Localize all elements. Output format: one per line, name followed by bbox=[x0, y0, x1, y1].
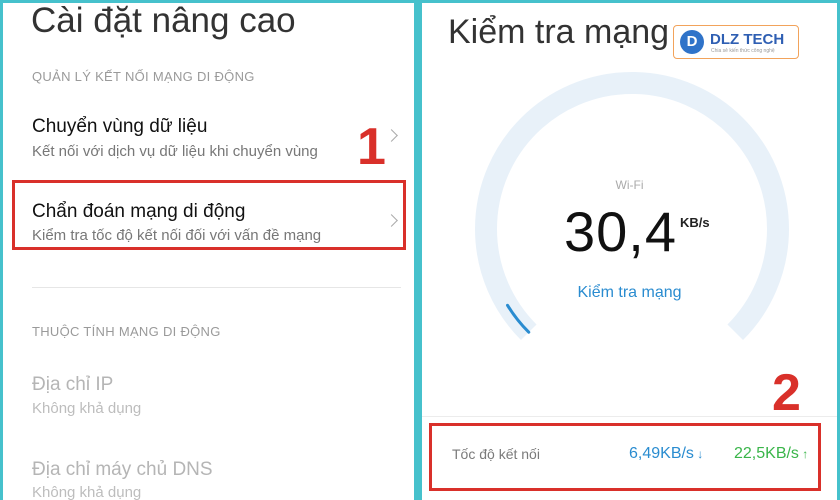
speed-unit: KB/s bbox=[680, 215, 710, 230]
section-header-properties: THUỘC TÍNH MẠNG DI ĐỘNG bbox=[32, 324, 221, 339]
highlight-box-1 bbox=[12, 180, 406, 250]
chevron-right-icon bbox=[385, 129, 398, 142]
screenshot-frame: Cài đặt nâng cao QUẢN LÝ KẾT NỐI MẠNG DI… bbox=[0, 0, 840, 500]
highlight-box-2 bbox=[429, 423, 821, 491]
network-type-label: Wi-Fi bbox=[615, 178, 644, 192]
speed-value: 30,4 bbox=[564, 200, 677, 263]
step-marker-2: 2 bbox=[772, 364, 801, 422]
page-title: Cài đặt nâng cao bbox=[31, 3, 296, 40]
section-header-connection: QUẢN LÝ KẾT NỐI MẠNG DI ĐỘNG bbox=[32, 69, 255, 84]
ip-address-value: Không khả dụng bbox=[32, 400, 142, 417]
step-marker-1: 1 bbox=[357, 118, 386, 176]
data-roaming-title: Chuyển vùng dữ liệu bbox=[32, 116, 208, 137]
dns-address-value: Không khả dụng bbox=[32, 484, 142, 500]
data-roaming-subtitle: Kết nối với dịch vụ dữ liệu khi chuyển v… bbox=[32, 143, 318, 160]
ip-address-title: Địa chỉ IP bbox=[32, 374, 114, 395]
network-test-screen: Kiểm tra mạng D DLZ TECH Chia sẻ kiến th… bbox=[422, 3, 837, 500]
check-network-button[interactable]: Kiểm tra mạng bbox=[422, 284, 837, 302]
advanced-settings-screen: Cài đặt nâng cao QUẢN LÝ KẾT NỐI MẠNG DI… bbox=[3, 3, 414, 500]
dns-address-title: Địa chỉ máy chủ DNS bbox=[32, 459, 213, 480]
divider bbox=[422, 416, 837, 417]
divider bbox=[32, 287, 401, 288]
